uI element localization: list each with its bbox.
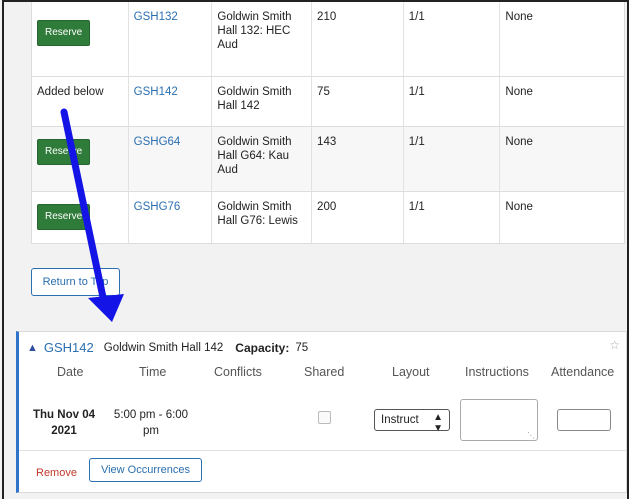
col-header-attendance: Attendance — [551, 365, 615, 379]
reserve-button[interactable]: Reserve — [37, 204, 91, 230]
room-capacity: 143 — [312, 127, 404, 191]
room-code-link[interactable]: GSH132 — [129, 2, 213, 76]
table-row: Added below GSH142 Goldwin Smith Hall 14… — [32, 77, 624, 127]
view-occurrences-button[interactable]: View Occurrences — [89, 458, 202, 482]
room-capacity: 210 — [312, 2, 404, 76]
panel-room-code-link[interactable]: GSH142 — [44, 340, 94, 355]
table-row: Reserve GSH132 Goldwin Smith Hall 132: H… — [32, 2, 624, 77]
panel-divider — [19, 450, 626, 451]
room-capacity: 75 — [312, 77, 404, 126]
room-features: None — [505, 136, 533, 148]
remove-link[interactable]: Remove — [36, 467, 77, 479]
room-features: None — [505, 11, 533, 23]
col-header-conflicts: Conflicts — [214, 365, 262, 379]
room-ratio: 1/1 — [404, 2, 501, 76]
panel-room-name: Goldwin Smith Hall 142 — [103, 341, 224, 354]
room-features: None — [505, 201, 533, 213]
reserve-button[interactable]: Reserve — [37, 20, 91, 46]
col-header-instructions: Instructions — [465, 365, 529, 379]
layout-select[interactable]: Instruct ▲ ▼ — [374, 409, 450, 434]
star-icon[interactable]: ☆ — [609, 338, 620, 352]
instructions-textarea[interactable]: ⋱ — [460, 399, 538, 441]
capacity-label: Capacity: — [235, 340, 290, 355]
capacity-value: 75 — [295, 341, 309, 354]
table-row: Reserve GSHG64 Goldwin Smith Hall G64: K… — [32, 127, 624, 192]
reserve-button[interactable]: Reserve — [37, 139, 91, 165]
occurrence-time: 5:00 pm - 6:00 pm — [113, 409, 189, 437]
col-header-layout: Layout — [392, 365, 430, 379]
return-to-top-button[interactable]: Return to Top — [31, 268, 120, 296]
room-name: Goldwin Smith Hall 132: HEC Aud — [212, 2, 313, 76]
cube-icon: ▲ — [27, 341, 38, 354]
attendance-input[interactable] — [557, 409, 611, 431]
table-row: Reserve GSHG76 Goldwin Smith Hall G76: L… — [32, 192, 624, 244]
selected-space-panel: ▲ GSH142 Goldwin Smith Hall 142 Capacity… — [16, 331, 627, 493]
room-name: Goldwin Smith Hall 142 — [212, 77, 313, 126]
room-name: Goldwin Smith Hall G76: Lewis — [212, 192, 313, 243]
col-header-time: Time — [139, 365, 167, 379]
shared-checkbox[interactable] — [318, 411, 331, 424]
room-name: Goldwin Smith Hall G64: Kau Aud — [212, 127, 313, 191]
col-header-date: Date — [57, 365, 84, 379]
rooms-table: Reserve GSH132 Goldwin Smith Hall 132: H… — [31, 2, 625, 244]
room-ratio: 1/1 — [404, 127, 501, 191]
room-code-link[interactable]: GSH142 — [129, 77, 213, 126]
room-code-link[interactable]: GSHG76 — [129, 192, 213, 243]
room-ratio: 1/1 — [404, 192, 501, 243]
room-code-link[interactable]: GSHG64 — [129, 127, 213, 191]
added-below-text: Added below — [32, 77, 129, 126]
room-ratio: 1/1 — [404, 77, 501, 126]
updown-icon: ▲ ▼ — [433, 412, 443, 434]
room-features: None — [505, 86, 533, 98]
col-header-shared: Shared — [304, 365, 345, 379]
occurrence-date: Thu Nov 04 2021 — [33, 409, 95, 437]
panel-header: ▲ GSH142 Goldwin Smith Hall 142 Capacity… — [27, 340, 308, 355]
room-capacity: 200 — [312, 192, 404, 243]
resize-grip-icon: ⋱ — [527, 431, 535, 440]
